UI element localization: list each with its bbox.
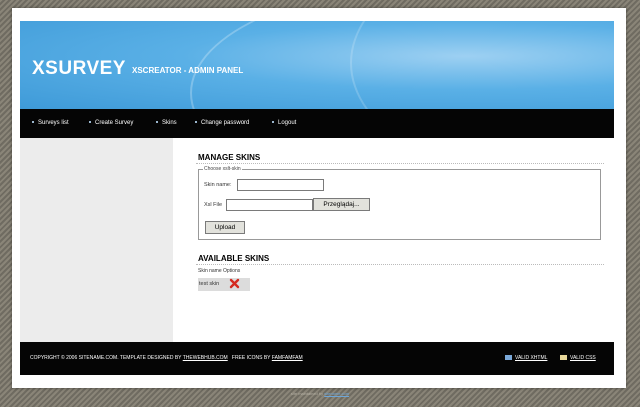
form-legend: Choose xslt-skin (203, 166, 242, 172)
xsl-file-label: Xsl File (204, 202, 223, 208)
manage-skins-title: MANAGE SKINS (198, 153, 261, 162)
nav-label: Logout (278, 120, 297, 126)
skin-name-label: Skin name: (204, 182, 232, 188)
valid-xhtml-label: VALID XHTML (515, 355, 548, 361)
delete-x-icon[interactable] (229, 278, 240, 289)
nav-skins[interactable]: Skins (156, 120, 177, 126)
icons-author-link[interactable]: FAMFAMFAM (272, 355, 303, 361)
nav-label: Create Survey (95, 120, 134, 126)
divider (196, 163, 604, 164)
valid-css-link[interactable]: VALID CSS (560, 355, 596, 361)
valid-xhtml-link[interactable]: VALID XHTML (505, 355, 547, 361)
site-logo[interactable]: XSURVEY (32, 58, 126, 80)
bullet-icon (32, 121, 34, 124)
bullet-icon (272, 121, 274, 124)
xhtml-badge-icon (505, 355, 512, 361)
left-sidebar (20, 138, 173, 342)
xsl-file-input[interactable] (226, 199, 313, 211)
designer-link[interactable]: THEWEBHUB.COM (183, 355, 228, 361)
nav-create-survey[interactable]: Create Survey (89, 120, 133, 126)
available-skins-title: AVAILABLE SKINS (198, 254, 270, 263)
bullet-icon (195, 121, 197, 124)
skins-table-header: Skin name Options (198, 268, 241, 274)
nav-label: Change password (201, 120, 250, 126)
upload-button[interactable]: Upload (205, 221, 245, 234)
site-subtitle: XSCREATOR - ADMIN PANEL (132, 66, 244, 75)
divider (196, 264, 604, 265)
nav-label: Skins (162, 120, 177, 126)
skin-row: test skin (198, 278, 250, 291)
bullet-icon (156, 121, 158, 124)
browse-button[interactable]: Przeglądaj... (313, 198, 370, 211)
credit-text: site maintained by (290, 391, 324, 396)
icons-by-text: FREE ICONS BY (231, 355, 271, 361)
nav-surveys-list[interactable]: Surveys list (32, 120, 69, 126)
skin-name-input[interactable] (237, 179, 324, 191)
skin-name: test skin (199, 281, 220, 287)
footer: COPYRIGHT © 2006 SITENAME.COM. TEMPLATE … (20, 342, 614, 375)
header-decoration (350, 21, 614, 109)
credit-link[interactable]: sitename.com (324, 391, 349, 396)
bullet-icon (89, 121, 91, 124)
valid-css-label: VALID CSS (570, 355, 596, 361)
nav-label: Surveys list (38, 120, 69, 126)
nav-logout[interactable]: Logout (272, 120, 296, 126)
bottom-credit: site maintained by sitename.com (0, 391, 640, 396)
header-banner: XSURVEY XSCREATOR - ADMIN PANEL (20, 21, 614, 109)
nav-change-password[interactable]: Change password (195, 120, 249, 126)
main-nav: Surveys list Create Survey Skins Change … (20, 109, 614, 138)
footer-copyright: COPYRIGHT © 2006 SITENAME.COM. TEMPLATE … (30, 355, 303, 361)
css-badge-icon (560, 355, 567, 361)
copyright-text: COPYRIGHT © 2006 SITENAME.COM. TEMPLATE … (30, 355, 182, 361)
